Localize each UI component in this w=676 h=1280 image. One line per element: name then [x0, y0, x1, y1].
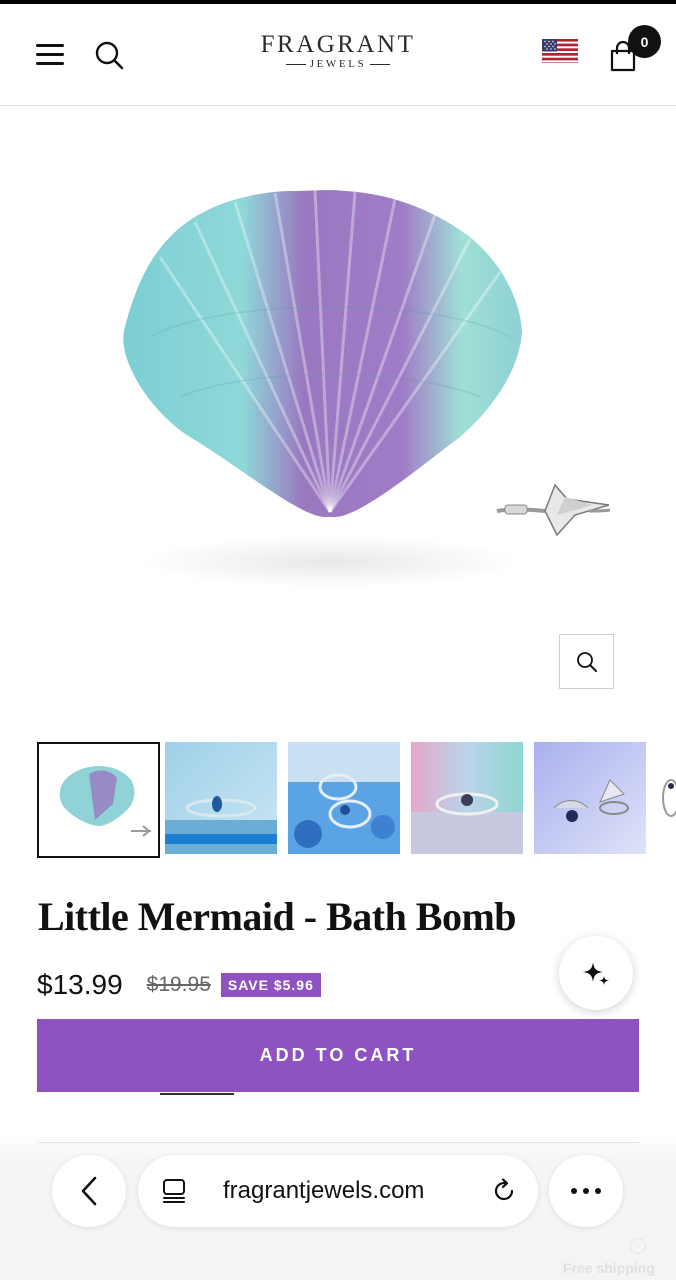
thumbnail-4[interactable] — [411, 742, 523, 854]
ai-assistant-button[interactable] — [559, 936, 633, 1010]
reload-icon[interactable] — [490, 1177, 518, 1205]
thumbnail-5[interactable] — [534, 742, 646, 854]
zoom-button[interactable] — [559, 634, 614, 689]
zoom-icon — [576, 651, 597, 672]
thumbnail-2[interactable] — [165, 742, 277, 854]
more-dots-icon — [571, 1188, 601, 1194]
thumbnail-6[interactable] — [657, 742, 676, 854]
browser-url-text: fragrantjewels.com — [223, 1177, 425, 1204]
compare-at-price: $19.95 — [146, 973, 211, 996]
thumbnail-strip — [37, 742, 676, 858]
thumbnail-1[interactable] — [37, 742, 160, 858]
sparkle-icon — [583, 962, 609, 985]
faint-circle-icon — [630, 1238, 646, 1254]
save-badge: SAVE $5.96 — [220, 973, 321, 997]
logo-main-text: FRAGRANT — [260, 31, 416, 58]
tabs-icon[interactable] — [160, 1177, 188, 1205]
browser-back-button[interactable] — [52, 1155, 126, 1227]
product-main-image[interactable] — [0, 107, 676, 719]
cart-count-badge[interactable]: 0 — [628, 25, 661, 58]
browser-address-bar[interactable]: fragrantjewels.com — [138, 1155, 538, 1227]
current-price: $13.99 — [37, 969, 123, 1000]
menu-icon[interactable] — [36, 42, 66, 66]
product-title: Little Mermaid - Bath Bomb — [38, 894, 517, 939]
link-underline-fragment — [160, 1093, 234, 1095]
add-to-cart-button[interactable]: ADD TO CART — [37, 1019, 639, 1092]
site-logo[interactable]: FRAGRANT JEWELS — [238, 30, 438, 70]
thumbnail-3[interactable] — [288, 742, 400, 854]
site-header: FRAGRANT JEWELS — [0, 4, 676, 106]
us-flag-icon[interactable] — [542, 39, 578, 63]
browser-more-button[interactable] — [549, 1155, 623, 1227]
price-row: $13.99 $19.95 SAVE $5.96 — [37, 968, 321, 1002]
chevron-left-icon — [81, 1176, 97, 1206]
search-icon[interactable] — [94, 40, 126, 72]
free-shipping-hint: Free shipping — [563, 1260, 655, 1276]
